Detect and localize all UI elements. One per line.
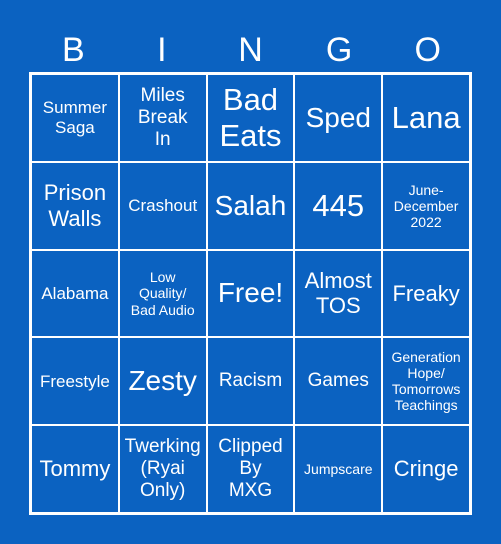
- bingo-header: B I N G O: [29, 30, 472, 70]
- bingo-cell[interactable]: Summer Saga: [31, 74, 119, 162]
- bingo-cell[interactable]: Prison Walls: [31, 161, 119, 250]
- bingo-cell[interactable]: Generation Hope/ Tomorrows Teachings: [382, 337, 470, 426]
- header-letter-n: N: [238, 31, 263, 69]
- bingo-cell[interactable]: Freestyle: [31, 337, 119, 426]
- bingo-cell[interactable]: Lana: [382, 74, 470, 162]
- bingo-cell[interactable]: Jumpscare: [294, 425, 383, 513]
- bingo-cell[interactable]: Low Quality/ Bad Audio: [118, 249, 207, 338]
- bingo-cell[interactable]: Miles Break In: [118, 74, 207, 162]
- bingo-cell[interactable]: Bad Eats: [206, 74, 295, 162]
- bingo-cell[interactable]: June- December 2022: [382, 161, 470, 250]
- bingo-cell[interactable]: Racism: [206, 337, 295, 426]
- bingo-cell[interactable]: Sped: [294, 74, 383, 162]
- bingo-cell[interactable]: Zesty: [118, 337, 207, 426]
- bingo-cell[interactable]: Clipped By MXG: [206, 425, 295, 513]
- header-letter-g: G: [325, 31, 353, 69]
- bingo-grid: Summer Saga Miles Break In Bad Eats Sped…: [29, 72, 472, 515]
- bingo-cell[interactable]: Salah: [206, 161, 295, 250]
- bingo-cell[interactable]: 445: [294, 161, 383, 250]
- bingo-cell[interactable]: Freaky: [382, 249, 470, 338]
- bingo-cell[interactable]: Twerking (Ryai Only): [118, 425, 207, 513]
- bingo-cell[interactable]: Almost TOS: [294, 249, 383, 338]
- bingo-cell[interactable]: Crashout: [118, 161, 207, 250]
- header-letter-b: B: [61, 31, 85, 69]
- bingo-cell[interactable]: Tommy: [31, 425, 119, 513]
- header-letter-i: I: [157, 31, 167, 69]
- bingo-cell[interactable]: Cringe: [382, 425, 470, 513]
- free-space-cell[interactable]: Free!: [206, 249, 295, 338]
- bingo-cell[interactable]: Games: [294, 337, 383, 426]
- bingo-cell[interactable]: Alabama: [31, 249, 119, 338]
- header-letter-o: O: [414, 31, 441, 69]
